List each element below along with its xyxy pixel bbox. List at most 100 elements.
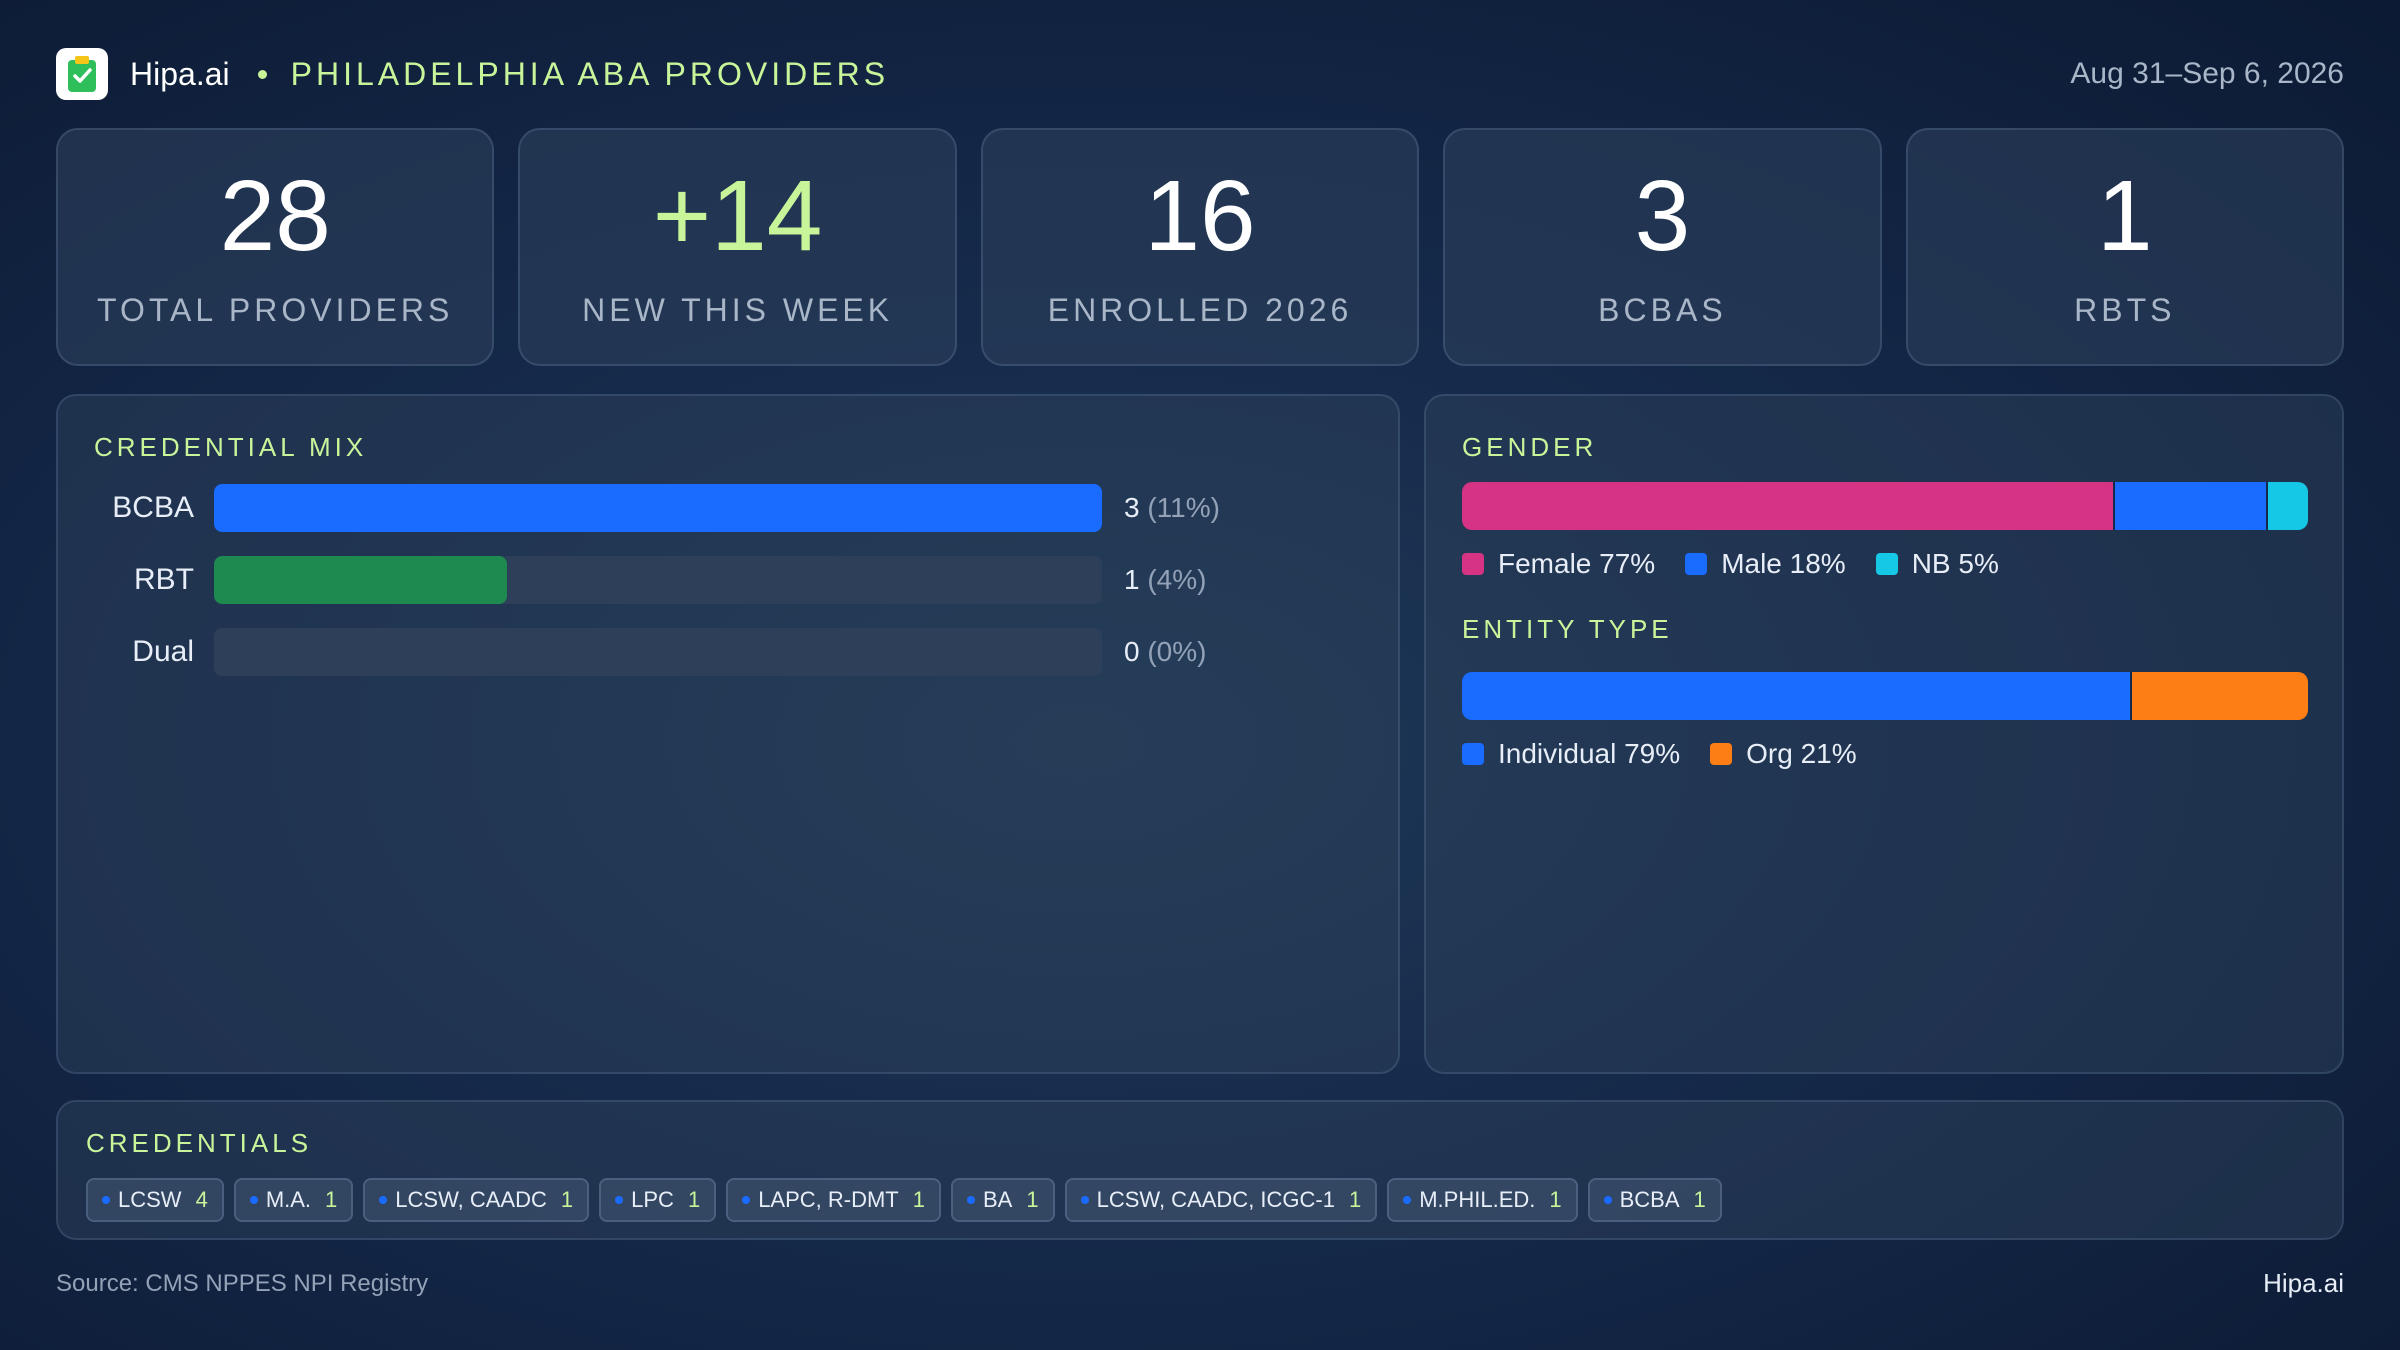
chip-label: LCSW, CAADC <box>395 1187 547 1212</box>
gender-legend-label: NB 5% <box>1911 548 1999 579</box>
stat-value: 1 <box>2097 159 2153 272</box>
stat-value: 28 <box>219 159 331 272</box>
credential-mix-percent: (0%) <box>1147 636 1207 667</box>
gender-legend-swatch <box>1462 553 1484 575</box>
chip-label: LCSW, CAADC, ICGC-1 <box>1096 1187 1335 1212</box>
gender-legend-item: NB 5% <box>1875 548 1999 580</box>
gender-legend-swatch <box>1875 553 1898 575</box>
credential-chip[interactable]: M.PHIL.ED. 1 <box>1387 1178 1578 1222</box>
chip-dot-icon <box>967 1196 975 1204</box>
credential-mix-row-bcba: BCBA 3 (11%) <box>58 484 1402 532</box>
entity-type-title: ENTITY TYPE <box>1462 614 1673 644</box>
date-range: Aug 31–Sep 6, 2026 <box>2070 57 2344 90</box>
chip-dot-icon <box>1603 1196 1612 1204</box>
gender-title: GENDER <box>1462 432 1598 462</box>
chip-dot-icon <box>1080 1196 1089 1204</box>
credential-chip[interactable]: LCSW, CAADC 1 <box>363 1178 590 1222</box>
chip-dot-icon <box>249 1196 258 1204</box>
gender-legend-item: Female 77% <box>1462 548 1655 580</box>
credential-chip[interactable]: LPC 1 <box>599 1178 717 1222</box>
stat-card-total-providers: 28 TOTAL PROVIDERS <box>56 128 495 366</box>
chip-dot-icon <box>102 1196 110 1204</box>
footer-brand: Hipa.ai <box>2263 1268 2344 1298</box>
chip-count: 1 <box>325 1187 338 1212</box>
credential-mix-label: Dual <box>132 635 194 668</box>
credential-mix-bar <box>214 556 508 604</box>
credential-chip[interactable]: LCSW, CAADC, ICGC-1 1 <box>1064 1178 1378 1222</box>
entity-type-stacked-bar <box>1462 672 2308 720</box>
separator-dot <box>257 69 267 79</box>
credential-mix-bar <box>214 484 1102 532</box>
credential-mix-track <box>214 484 1102 532</box>
gender-segment <box>2113 482 2266 530</box>
chip-count: 1 <box>560 1187 574 1212</box>
stat-label: TOTAL PROVIDERS <box>97 291 454 328</box>
credential-mix-row-dual: Dual 0 (0%) <box>58 628 1402 676</box>
clipboard-check-icon <box>56 48 108 100</box>
entity_type-legend-swatch <box>1462 743 1484 765</box>
credential-mix-label: RBT <box>134 563 194 596</box>
credential-mix-count: 1 <box>1124 564 1140 595</box>
credential-chip[interactable]: BCBA 1 <box>1587 1178 1722 1222</box>
credential-mix-percent: (4%) <box>1147 564 1207 595</box>
credential-mix-label: BCBA <box>112 491 194 524</box>
chip-label: M.PHIL.ED. <box>1419 1187 1536 1212</box>
entity_type-legend-item: Individual 79% <box>1462 738 1680 770</box>
credential-mix-value: 1 (4%) <box>1124 556 1206 604</box>
stat-card-rbts: 1 RBTS <box>1905 128 2345 366</box>
gender-segment <box>1462 482 2114 530</box>
chip-count: 1 <box>687 1187 701 1212</box>
chip-dot-icon <box>615 1196 624 1204</box>
credential-mix-count: 0 <box>1124 636 1140 667</box>
chip-count: 1 <box>1549 1187 1562 1212</box>
chip-dot-icon <box>1403 1196 1412 1204</box>
demographics-panel: GENDER Female 77% Male 18% NB 5% ENTITY TY… <box>1424 394 2344 1074</box>
gender-legend-label: Male 18% <box>1721 548 1846 579</box>
stat-label: ENROLLED 2026 <box>1047 291 1353 328</box>
entity_type-legend-item: Org 21% <box>1710 738 1857 770</box>
credential-chip[interactable]: LAPC, R-DMT 1 <box>726 1178 941 1222</box>
entity_type-legend-swatch <box>1710 743 1733 765</box>
stat-label: RBTS <box>2074 291 2176 328</box>
source-note: Source: CMS NPPES NPI Registry <box>56 1270 429 1297</box>
gender-legend-item: Male 18% <box>1685 548 1846 580</box>
credential-mix-count: 3 <box>1124 492 1140 523</box>
gender-segment <box>2265 482 2308 530</box>
credential-mix-title: CREDENTIAL MIX <box>94 432 368 462</box>
credential-mix-track <box>214 628 1102 676</box>
stats-row: 28 TOTAL PROVIDERS +14 NEW THIS WEEK 16 … <box>56 128 2345 366</box>
stat-card-new-this-week: +14 NEW THIS WEEK <box>518 128 957 366</box>
credentials-title: CREDENTIALS <box>86 1128 313 1158</box>
chip-count: 1 <box>912 1187 925 1212</box>
gender-legend-swatch <box>1685 553 1708 575</box>
credential-chips: LCSW 4 M.A. 1 LCSW, CAADC 1 LPC 1 LAPC, R-DMT 1 BA… <box>86 1178 1722 1222</box>
gender-legend: Female 77% Male 18% NB 5% <box>1462 548 1999 580</box>
credentials-panel: CREDENTIALS LCSW 4 M.A. 1 LCSW, CAADC 1 LPC 1 LA… <box>56 1100 2344 1240</box>
gender-stacked-bar <box>1462 482 2308 530</box>
credential-mix-value: 3 (11%) <box>1124 484 1220 532</box>
credential-chip[interactable]: LCSW 4 <box>86 1178 224 1222</box>
credential-chip[interactable]: M.A. 1 <box>233 1178 354 1222</box>
stat-card-enrolled: 16 ENROLLED 2026 <box>980 128 1420 366</box>
credential-mix-row-rbt: RBT 1 (4%) <box>58 556 1402 604</box>
chip-label: BCBA <box>1619 1187 1680 1212</box>
chip-dot-icon <box>742 1196 751 1204</box>
credential-mix-value: 0 (0%) <box>1124 628 1206 676</box>
chip-count: 1 <box>1348 1187 1362 1212</box>
entity-type-legend: Individual 79% Org 21% <box>1462 738 1857 770</box>
chip-label: LPC <box>631 1187 674 1212</box>
header: Hipa.ai PHILADELPHIA ABA PROVIDERS Aug 3… <box>56 48 2344 100</box>
page-title: PHILADELPHIA ABA PROVIDERS <box>290 55 890 92</box>
entity_type-segment <box>2130 672 2308 720</box>
chip-label: LCSW <box>118 1187 182 1212</box>
stat-value: +14 <box>652 159 823 272</box>
brand-name: Hipa.ai <box>130 55 230 92</box>
entity_type-legend-label: Org 21% <box>1746 738 1857 769</box>
stat-card-bcbas: 3 BCBAS <box>1443 128 1882 366</box>
chip-count: 4 <box>195 1187 208 1212</box>
stat-label: NEW THIS WEEK <box>582 291 894 328</box>
credential-chip[interactable]: BA 1 <box>951 1178 1055 1222</box>
chip-dot-icon <box>379 1196 388 1204</box>
credential-mix-percent: (11%) <box>1147 492 1220 523</box>
stat-label: BCBAS <box>1598 291 1727 328</box>
